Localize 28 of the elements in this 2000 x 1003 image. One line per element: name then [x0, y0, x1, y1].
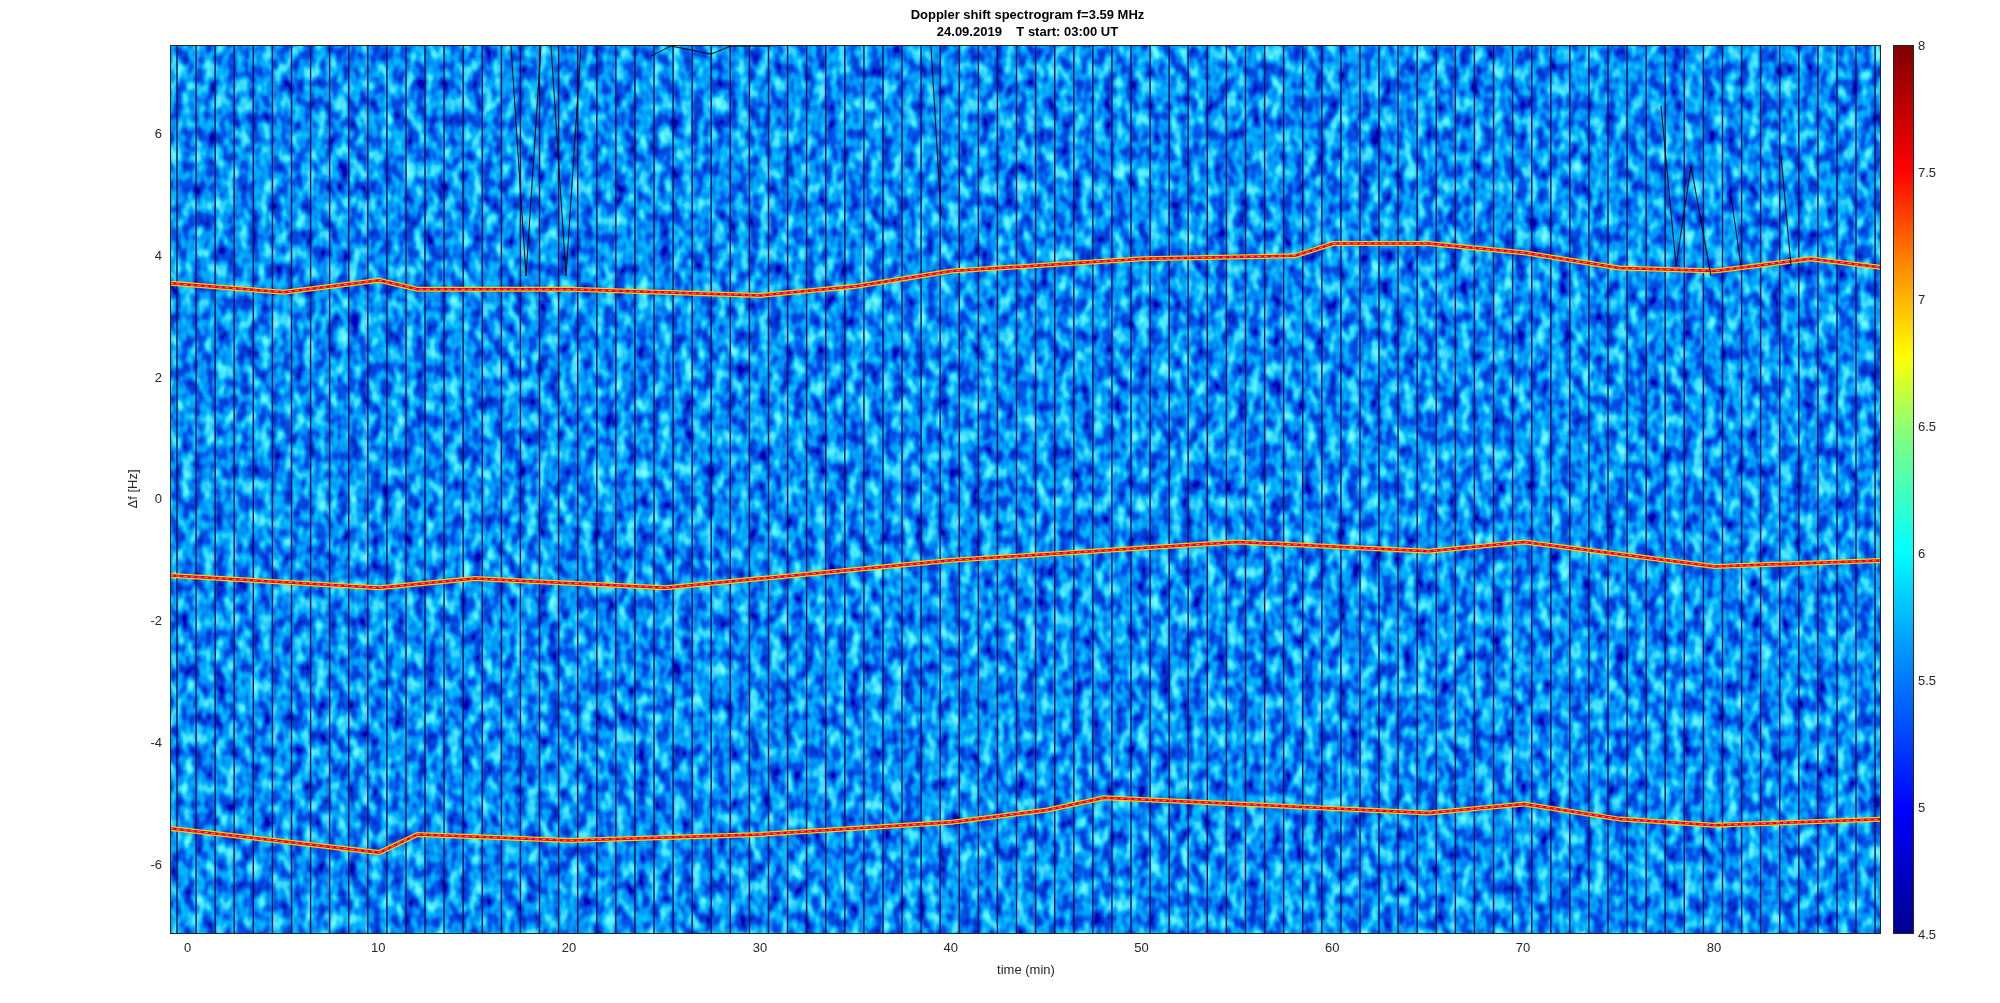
tick-label: 4	[154, 247, 162, 263]
axis-label: time (min)	[997, 962, 1055, 977]
chart-title: Doppler shift spectrogram f=3.59 MHz	[910, 6, 1145, 23]
tick-label: 6	[1918, 545, 1926, 561]
tick-label: -2	[150, 612, 162, 628]
tick-label: 80	[1706, 940, 1722, 955]
tick-label: 6.5	[1918, 418, 1937, 434]
tick-label: 2	[154, 369, 162, 385]
tick-label: 5	[1918, 799, 1926, 815]
tick-label: 40	[943, 940, 958, 955]
chart-title: 24.09.2019 T start: 03:00 UT	[936, 23, 1119, 40]
tick-label: 8	[1918, 37, 1926, 53]
tick-label: 5.5	[1918, 672, 1937, 688]
tick-label: 50	[1134, 940, 1149, 955]
tick-label: 10	[371, 940, 386, 955]
tick-label: 6	[154, 125, 162, 141]
tick-label: 30	[752, 940, 768, 955]
tick-label: -4	[150, 734, 162, 750]
tick-label: 0	[154, 490, 162, 506]
tick-label: 70	[1515, 940, 1531, 955]
tick-label: 7	[1918, 291, 1926, 307]
tick-label: 60	[1325, 940, 1340, 955]
tick-label: 4.5	[1918, 926, 1937, 942]
tick-label: 7.5	[1918, 164, 1937, 180]
tick-label: -6	[150, 856, 162, 872]
tick-label: 0	[183, 940, 192, 955]
axis-label: Δf [Hz]	[124, 469, 140, 509]
tick-label: 20	[561, 940, 577, 955]
